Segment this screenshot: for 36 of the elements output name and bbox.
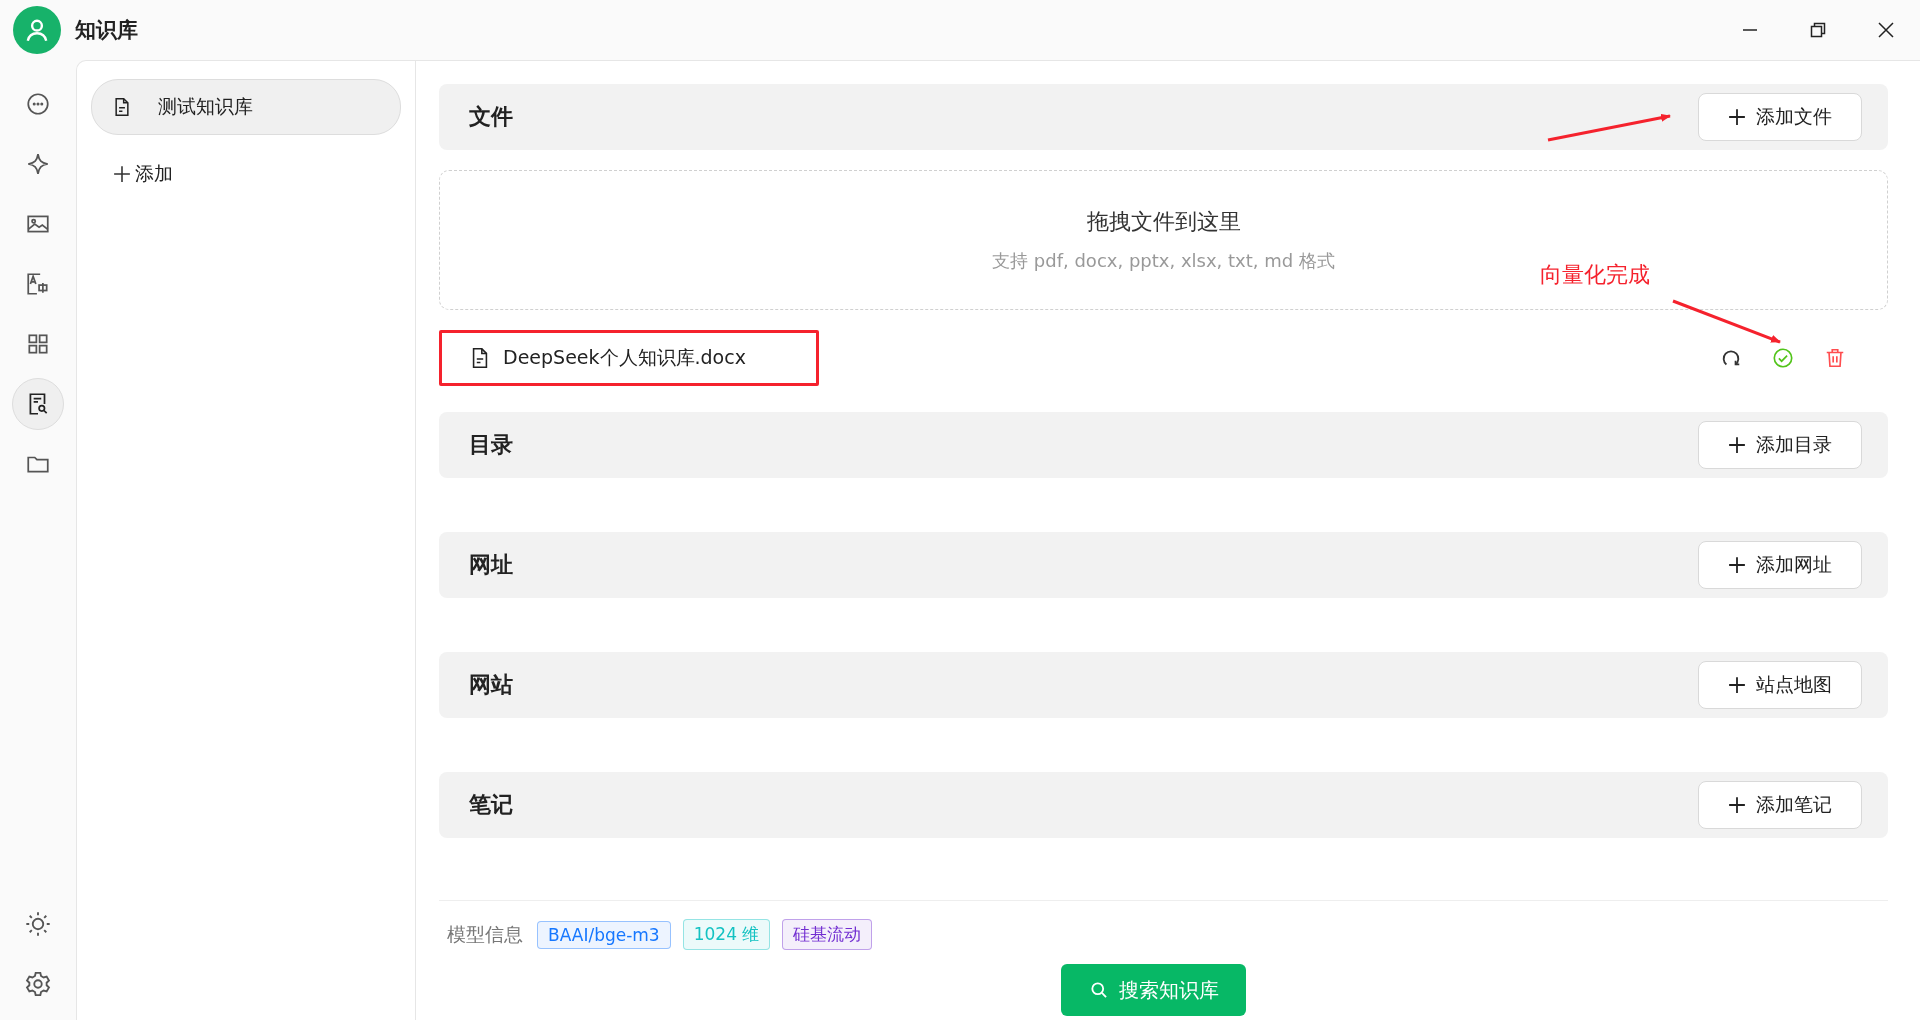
section-title: 目录 bbox=[469, 431, 513, 459]
section-title: 网址 bbox=[469, 551, 513, 579]
drop-zone-hint: 支持 pdf, docx, pptx, xlsx, txt, md 格式 bbox=[992, 249, 1335, 273]
restore-icon[interactable] bbox=[1810, 22, 1826, 38]
search-icon bbox=[1088, 980, 1109, 1000]
avatar-icon[interactable] bbox=[13, 6, 61, 54]
add-button[interactable]: 添加网址 bbox=[1698, 541, 1862, 589]
file-name[interactable]: DeepSeek个人知识库.docx bbox=[503, 345, 746, 371]
annotation-label: 向量化完成 bbox=[1540, 261, 1650, 289]
section-title: 网站 bbox=[469, 671, 513, 699]
plus-icon bbox=[1728, 108, 1746, 126]
section-title: 文件 bbox=[469, 103, 513, 131]
brightness-icon[interactable] bbox=[24, 910, 52, 938]
plus-icon bbox=[1728, 676, 1746, 694]
add-button[interactable]: 添加笔记 bbox=[1698, 781, 1862, 829]
add-button[interactable]: 站点地图 bbox=[1698, 661, 1862, 709]
plus-icon bbox=[113, 165, 131, 183]
model-tag: 硅基流动 bbox=[782, 919, 873, 950]
model-tag: 1024 维 bbox=[682, 919, 771, 950]
plus-icon bbox=[1728, 556, 1746, 574]
model-tag: BAAI/bge-m3 bbox=[537, 920, 671, 949]
add-button[interactable]: 添加文件 bbox=[1698, 93, 1862, 141]
plus-icon bbox=[1728, 436, 1746, 454]
close-icon[interactable] bbox=[1878, 22, 1894, 38]
document-search-icon[interactable] bbox=[12, 378, 64, 430]
settings-icon[interactable] bbox=[24, 970, 52, 998]
add-button[interactable]: 添加 bbox=[109, 157, 177, 191]
plus-icon bbox=[1728, 796, 1746, 814]
model-info-label: 模型信息 bbox=[447, 921, 523, 947]
section-title: 笔记 bbox=[469, 791, 513, 819]
delete-icon[interactable] bbox=[1824, 347, 1846, 369]
drop-zone-title: 拖拽文件到这里 bbox=[1086, 208, 1241, 236]
document-icon bbox=[112, 97, 132, 117]
window-title: 知识库 bbox=[75, 17, 138, 44]
add-button[interactable]: 添加目录 bbox=[1698, 421, 1862, 469]
knowledge-base-item[interactable]: 测试知识库 bbox=[91, 79, 401, 135]
